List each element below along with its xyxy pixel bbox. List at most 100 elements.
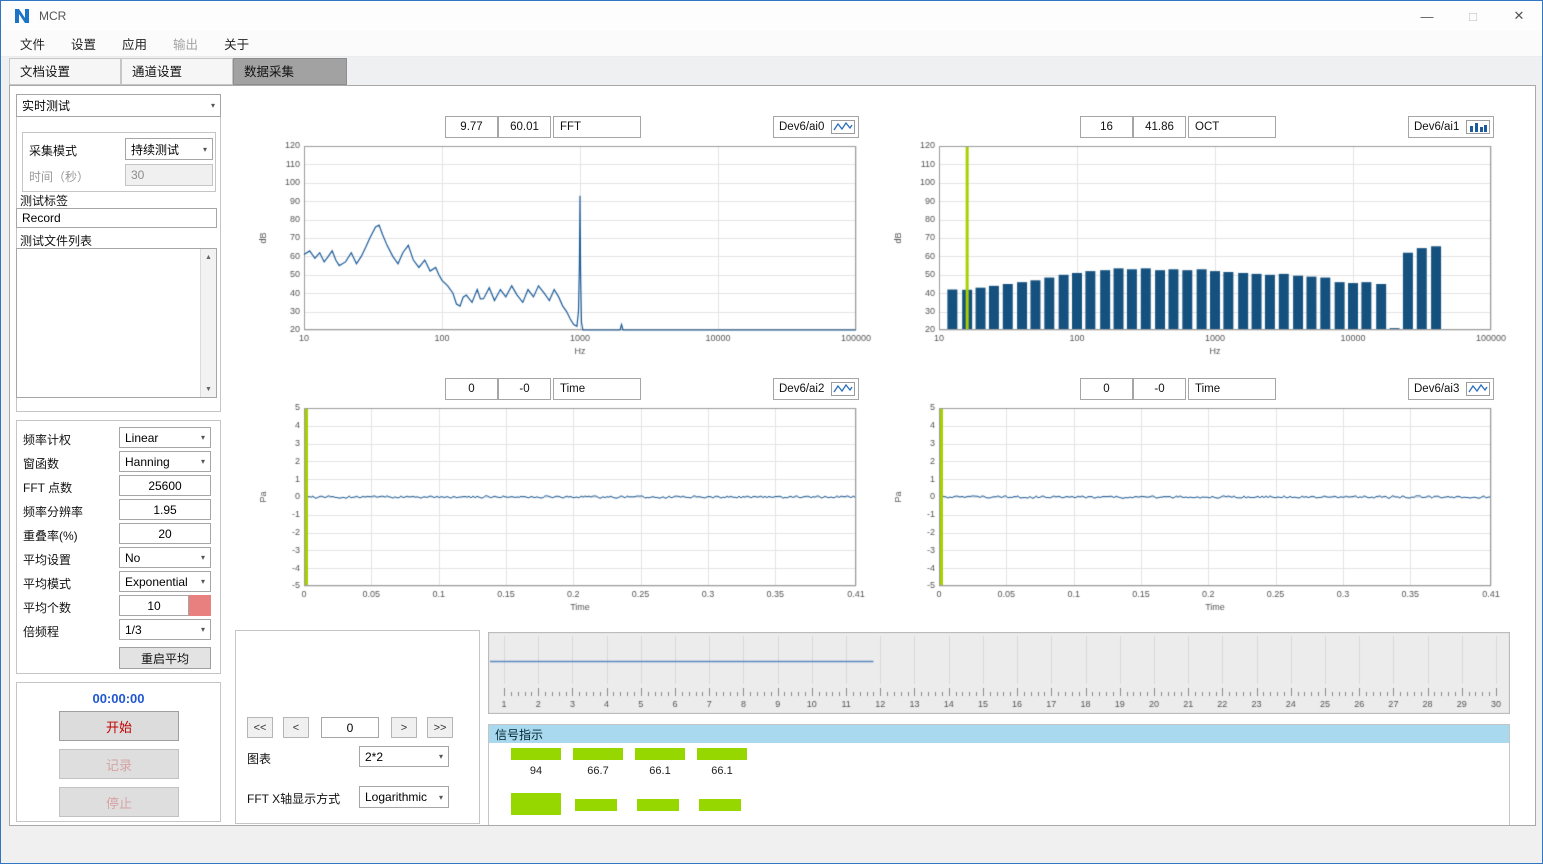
channel-label: Dev6/ai0 [779, 121, 824, 133]
minimize-icon[interactable]: — [1404, 1, 1450, 31]
cursor-x-readout[interactable]: 0 [445, 378, 498, 400]
line-chart-icon [831, 382, 855, 396]
cursor-y-readout[interactable]: -0 [1133, 378, 1186, 400]
fft-xaxis-select[interactable]: Logarithmic [359, 786, 449, 808]
freq-weighting-select[interactable]: Linear [119, 427, 211, 448]
time-chart-panel-ai2: 0 -0 Time Dev6/ai2 [252, 370, 872, 628]
menu-settings[interactable]: 设置 [58, 31, 109, 56]
channel-label: Dev6/ai1 [1414, 121, 1459, 133]
run-control-panel: 00:00:00 开始 记录 停止 [16, 682, 221, 822]
average-setting-select[interactable]: No [119, 547, 211, 568]
overlap-rate-input[interactable]: 20 [119, 523, 211, 544]
time-plot-canvas-ai2[interactable] [252, 402, 872, 624]
octave-plot-canvas[interactable] [887, 140, 1507, 362]
maximize-icon[interactable]: □ [1450, 1, 1496, 31]
test-mode-select[interactable]: 实时测试 [16, 94, 221, 117]
channel-label: Dev6/ai3 [1414, 383, 1459, 395]
page-next-button[interactable]: > [391, 717, 417, 738]
average-count-error-flag [189, 595, 211, 616]
window-controls: — □ ✕ [1404, 1, 1542, 31]
app-window: MCR — □ ✕ 文件 设置 应用 输出 关于 文档设置 通道设置 数据采集 … [0, 0, 1543, 864]
menu-about[interactable]: 关于 [211, 31, 262, 56]
chart-layout-select[interactable]: 2*2 [359, 746, 449, 767]
page-number-input[interactable]: 0 [321, 717, 379, 738]
scroll-up-icon[interactable] [201, 249, 216, 265]
window-function-select[interactable]: Hanning [119, 451, 211, 472]
signal-level-bar [511, 748, 561, 760]
tab-document-settings[interactable]: 文档设置 [9, 58, 121, 85]
param-label: 平均模式 [23, 575, 71, 592]
channel-box[interactable]: Dev6/ai2 [773, 378, 859, 400]
chevron-down-icon [206, 101, 220, 110]
param-label: 重叠率(%) [23, 527, 78, 544]
page-last-button[interactable]: >> [427, 717, 453, 738]
octave-chart-panel: 16 41.86 OCT Dev6/ai1 [887, 108, 1507, 366]
cursor-y-readout[interactable]: -0 [498, 378, 551, 400]
fft-chart-panel: 9.77 60.01 FFT Dev6/ai0 [252, 108, 872, 366]
test-file-list[interactable] [16, 248, 217, 398]
average-mode-select[interactable]: Exponential [119, 571, 211, 592]
signal-level-value: 66.1 [697, 765, 747, 777]
acquisition-groupbox: 采集模式 持续测试 时间（秒） 30 [22, 132, 216, 192]
record-button: 记录 [59, 749, 179, 779]
time-plot-canvas-ai3[interactable] [887, 402, 1507, 624]
cursor-x-readout[interactable]: 9.77 [445, 116, 498, 138]
cursor-y-readout[interactable]: 41.86 [1133, 116, 1186, 138]
scrollbar[interactable] [200, 249, 216, 397]
channel-box[interactable]: Dev6/ai3 [1408, 378, 1494, 400]
main-panel: 实时测试 采集模式 持续测试 时间（秒） 30 测试标签 Record 测试文件… [9, 85, 1536, 826]
menu-file[interactable]: 文件 [7, 31, 58, 56]
chart-type-box[interactable]: Time [553, 378, 641, 400]
acquisition-mode-select[interactable]: 持续测试 [125, 138, 213, 160]
cursor-x-readout[interactable]: 16 [1080, 116, 1133, 138]
channel-box[interactable]: Dev6/ai0 [773, 116, 859, 138]
param-label: 平均个数 [23, 599, 71, 616]
restart-average-button[interactable]: 重启平均 [119, 647, 211, 669]
signal-indicator-panel: 信号指示 94 66.7 66.1 66.1 [488, 724, 1510, 826]
freq-resolution-input[interactable]: 1.95 [119, 499, 211, 520]
param-label: 窗函数 [23, 455, 59, 472]
test-label-input[interactable]: Record [16, 208, 217, 228]
tab-channel-settings[interactable]: 通道设置 [121, 58, 233, 85]
stop-button: 停止 [59, 787, 179, 817]
signal-status-block [575, 799, 617, 811]
chevron-down-icon [196, 457, 210, 466]
average-count-input[interactable]: 10 [119, 595, 189, 616]
display-controls-panel: << < 0 > >> 图表 2*2 FFT X轴显示方式 Logarithmi… [235, 630, 480, 824]
chart-type-box[interactable]: OCT [1188, 116, 1276, 138]
analysis-params-panel: 频率计权 Linear 窗函数 Hanning FFT 点数 25600 频率分… [16, 420, 221, 674]
record-timeline-canvas[interactable] [488, 632, 1510, 714]
signal-status-block [511, 793, 561, 815]
cursor-y-readout[interactable]: 60.01 [498, 116, 551, 138]
chevron-down-icon [198, 145, 212, 154]
close-icon[interactable]: ✕ [1496, 1, 1542, 31]
fft-plot-canvas[interactable] [252, 140, 872, 362]
bar-chart-icon [1466, 120, 1490, 134]
chart-type-box[interactable]: FFT [553, 116, 641, 138]
signal-panel-header: 信号指示 [489, 725, 1509, 743]
param-label: 平均设置 [23, 551, 71, 568]
page-prev-button[interactable]: < [283, 717, 309, 738]
chart-type-box[interactable]: Time [1188, 378, 1276, 400]
file-list-caption: 测试文件列表 [20, 232, 92, 249]
start-button[interactable]: 开始 [59, 711, 179, 741]
menubar: 文件 设置 应用 输出 关于 [1, 31, 1542, 57]
signal-status-block [699, 799, 741, 811]
chevron-down-icon [434, 793, 448, 802]
cursor-x-readout[interactable]: 0 [1080, 378, 1133, 400]
time-seconds-label: 时间（秒） [29, 168, 89, 185]
menu-apply[interactable]: 应用 [109, 31, 160, 56]
octave-select[interactable]: 1/3 [119, 619, 211, 640]
chevron-down-icon [196, 625, 210, 634]
fft-points-input[interactable]: 25600 [119, 475, 211, 496]
elapsed-timer: 00:00:00 [17, 691, 220, 706]
chevron-down-icon [196, 553, 210, 562]
chevron-down-icon [434, 752, 448, 761]
page-first-button[interactable]: << [247, 717, 273, 738]
param-label: 频率计权 [23, 431, 71, 448]
tab-data-acquisition[interactable]: 数据采集 [233, 58, 347, 85]
scroll-down-icon[interactable] [201, 381, 216, 397]
app-logo-icon [13, 7, 31, 25]
channel-box[interactable]: Dev6/ai1 [1408, 116, 1494, 138]
param-label: 频率分辨率 [23, 503, 83, 520]
